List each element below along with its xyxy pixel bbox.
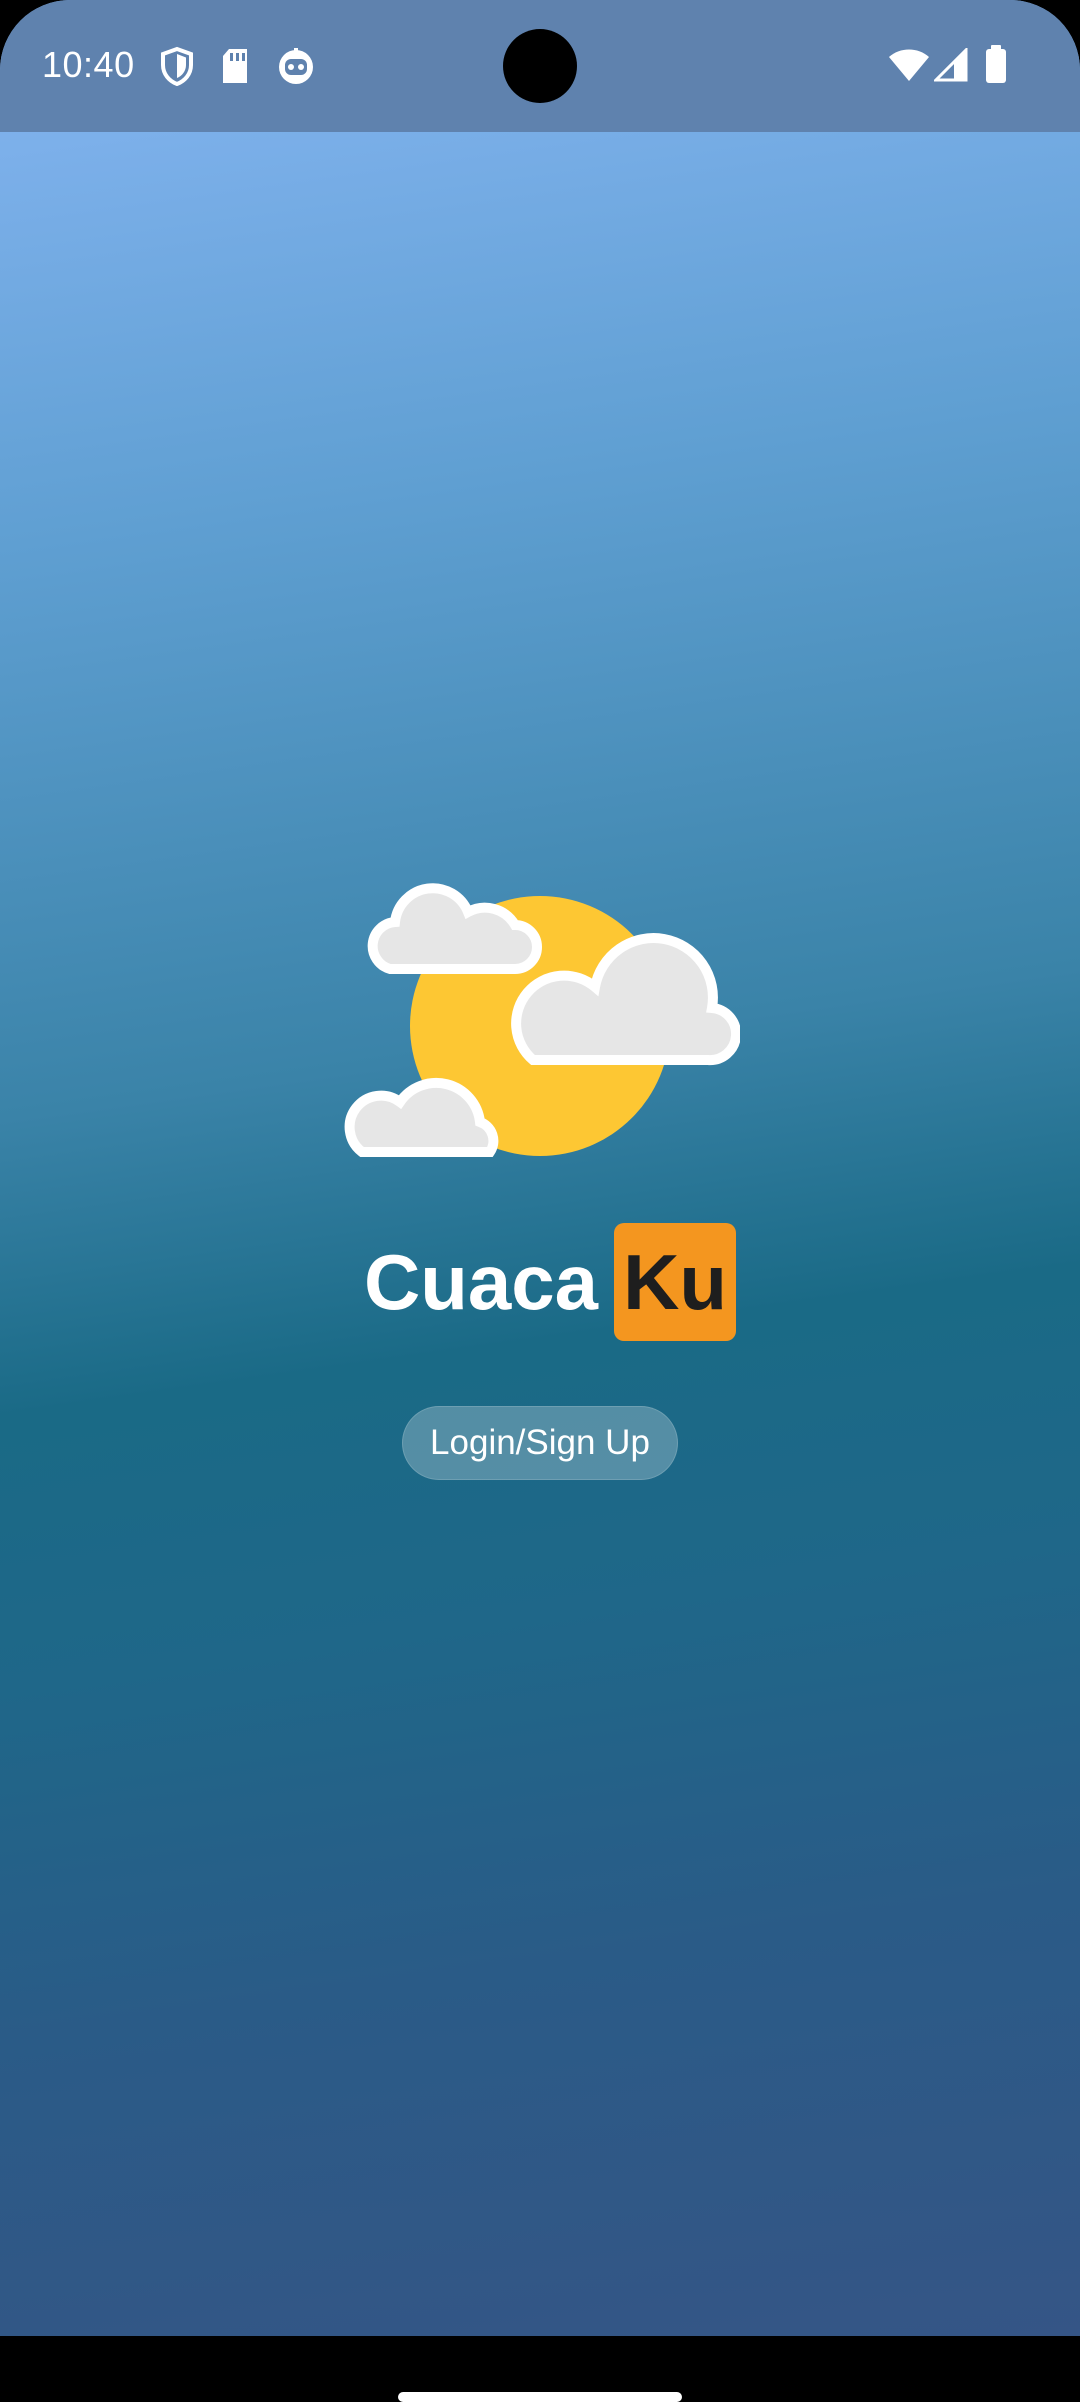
login-signup-button[interactable]: Login/Sign Up — [402, 1406, 678, 1480]
status-time: 10:40 — [42, 44, 135, 85]
app-name-main: Cuaca — [363, 1237, 599, 1326]
status-bar: 10:40 — [0, 0, 1080, 132]
home-indicator[interactable] — [398, 2392, 682, 2402]
cell-signal-icon — [934, 48, 968, 82]
app-name-box: Ku — [614, 1223, 737, 1341]
app-screen: 10:40 Cuaca Ku Login/Sign Up — [0, 0, 1080, 2336]
app-logo: Cuaca Ku — [0, 1222, 1080, 1342]
camera-cutout — [503, 29, 577, 103]
sun-behind-clouds-icon — [344, 883, 740, 1157]
navigation-bar — [0, 2336, 1080, 2400]
cloud-bottom-left — [344, 1077, 499, 1157]
robot-face-icon — [279, 48, 313, 84]
shield-icon — [161, 46, 193, 86]
wifi-icon — [889, 49, 929, 81]
sd-card-icon — [223, 49, 247, 83]
battery-icon — [986, 45, 1006, 83]
